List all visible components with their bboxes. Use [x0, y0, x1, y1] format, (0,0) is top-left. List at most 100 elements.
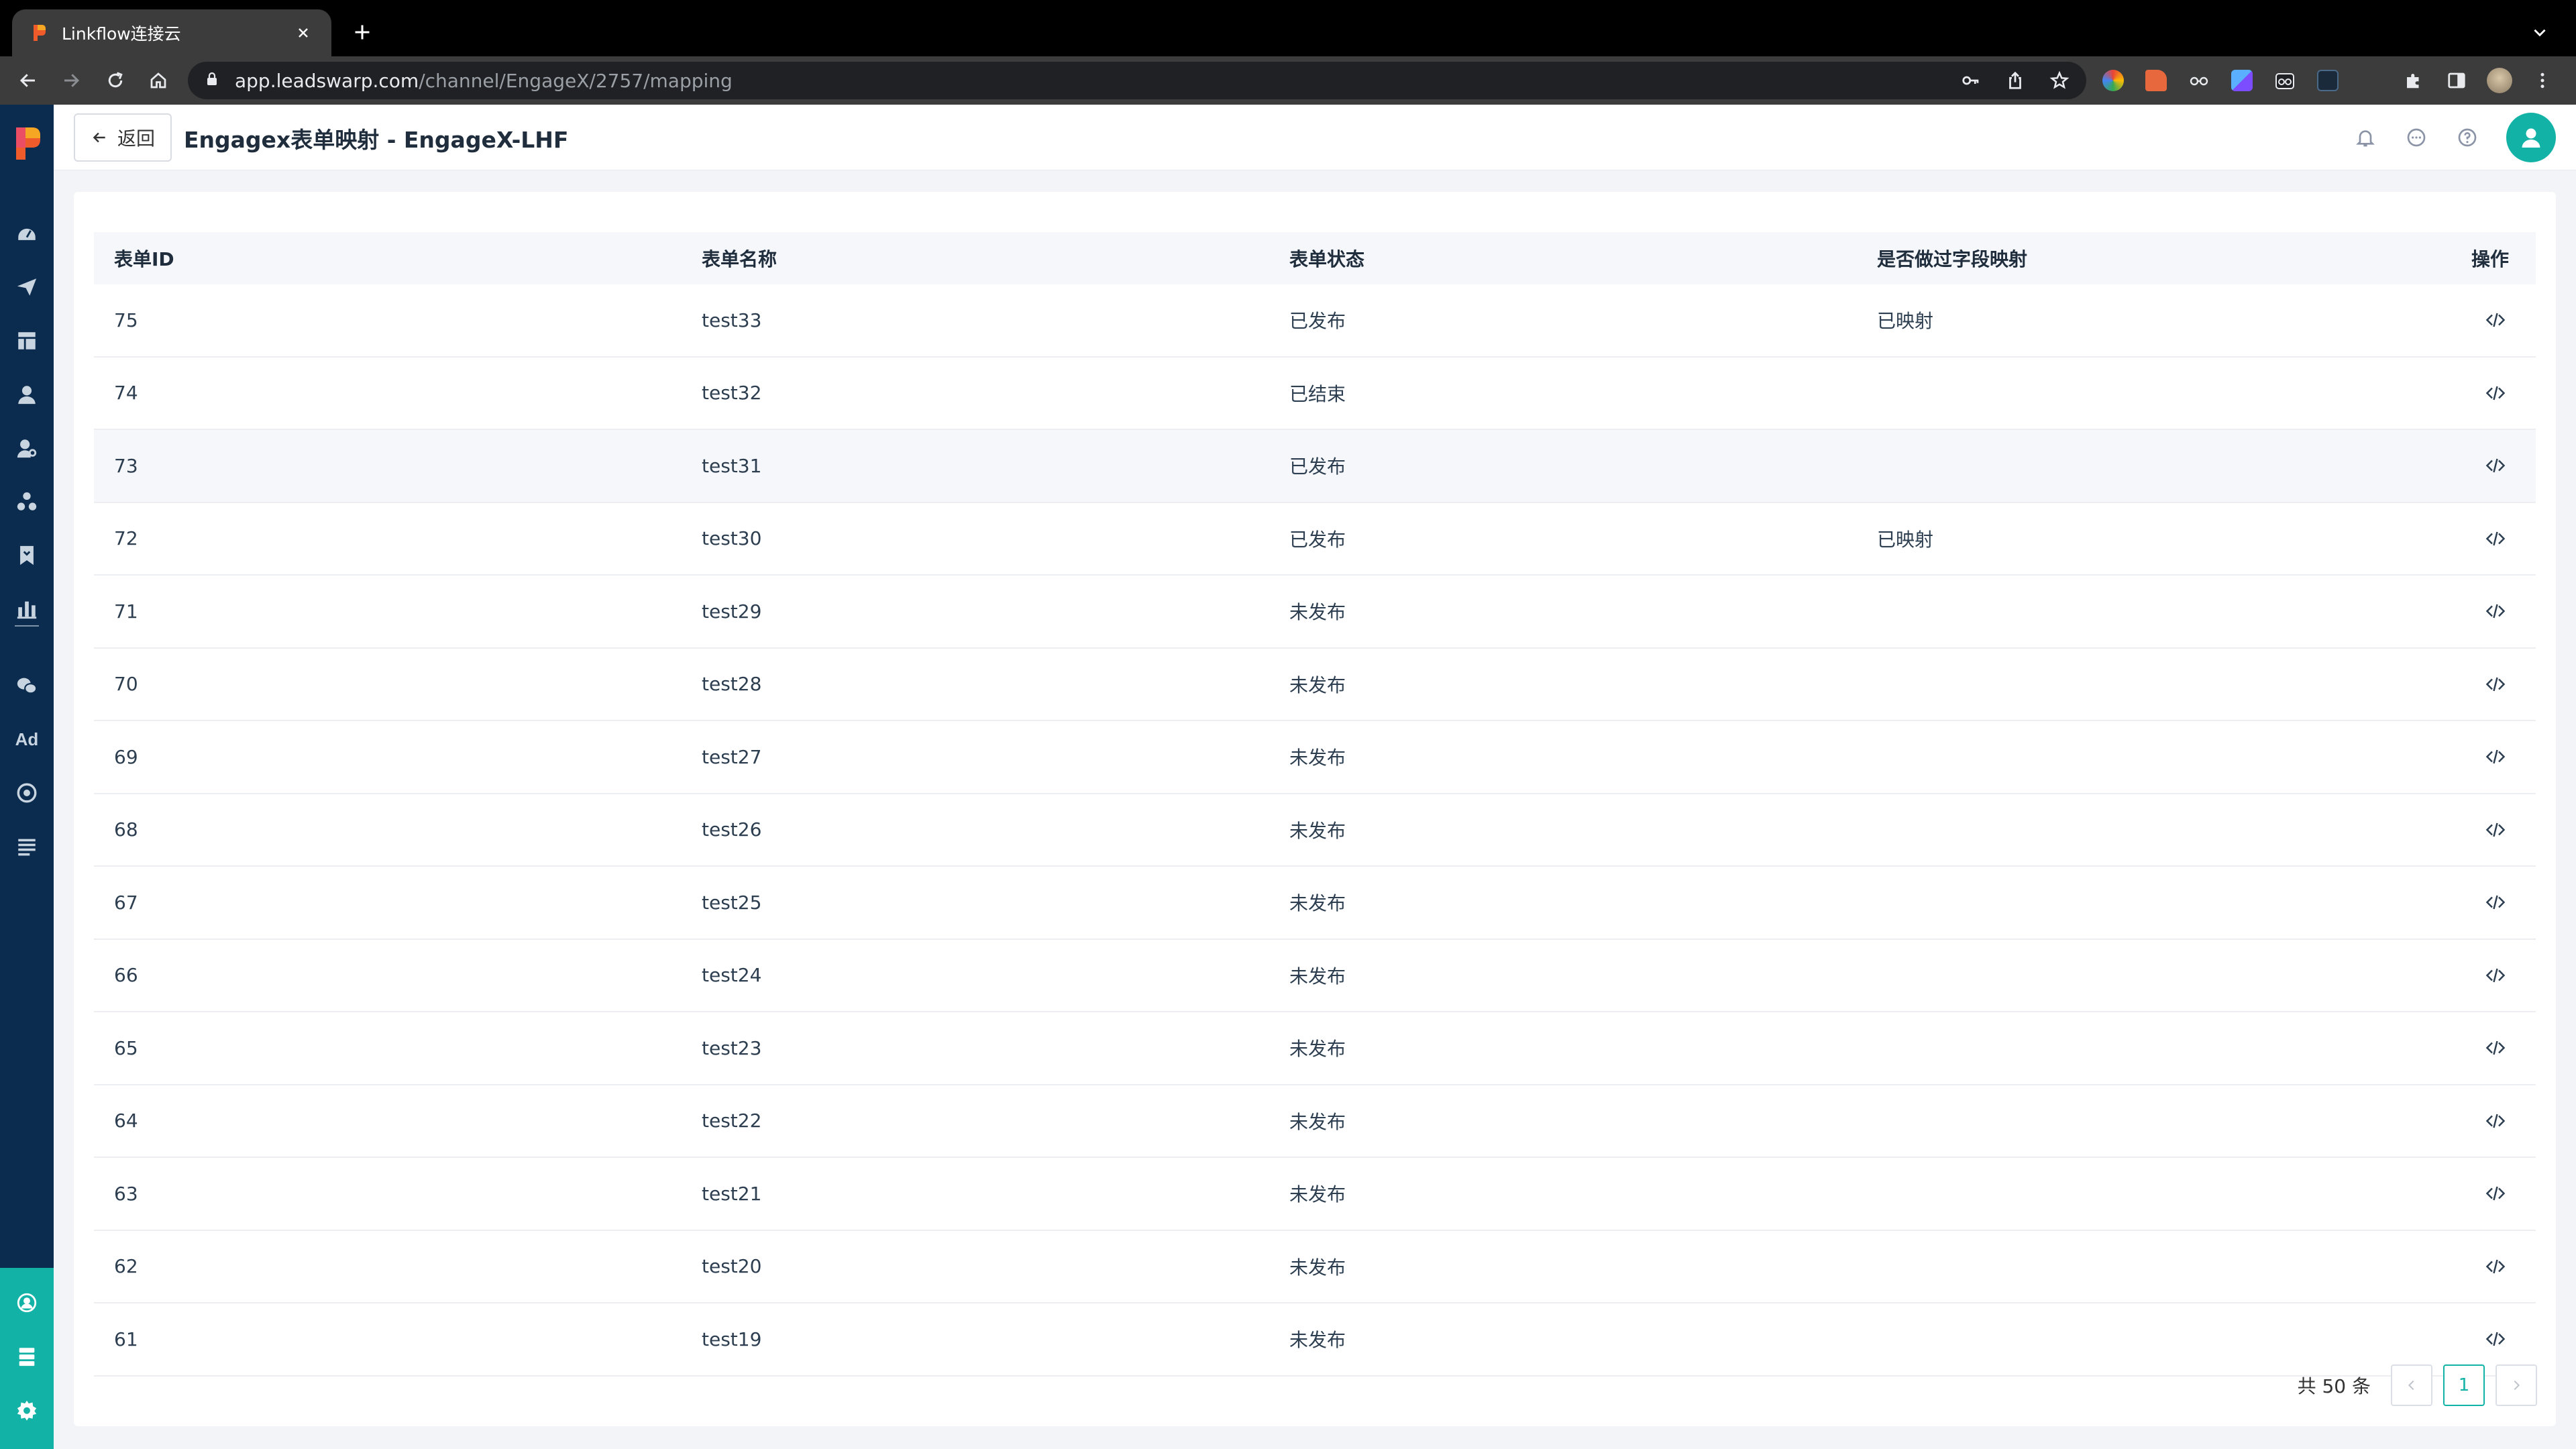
send-icon [17, 278, 37, 296]
share-icon[interactable] [2002, 67, 2029, 94]
bookmark-star-icon[interactable] [2046, 67, 2073, 94]
sidebar-item-account[interactable] [0, 1283, 54, 1323]
ad-label: Ad [15, 729, 39, 749]
sidebar-item-channel[interactable] [0, 773, 54, 813]
profile-avatar-icon[interactable] [2486, 66, 2513, 95]
code-mapping-icon[interactable] [2482, 671, 2509, 698]
field-mapped-cell: 已映射 [1877, 528, 1934, 551]
code-mapping-icon[interactable] [2482, 962, 2509, 989]
code-mapping-icon[interactable] [2482, 380, 2509, 407]
code-mapping-icon[interactable] [2482, 307, 2509, 333]
actions-cell [2482, 940, 2509, 1012]
form-id-cell: 61 [114, 1328, 138, 1350]
sidebar-item-campaign[interactable] [0, 267, 54, 307]
form-id-cell: 72 [114, 527, 138, 550]
pagination: 共 50 条 1 [2298, 1364, 2537, 1406]
sidebar-item-segments[interactable] [0, 482, 54, 522]
code-mapping-icon[interactable] [2482, 452, 2509, 479]
table-row: 66 test24 未发布 [94, 940, 2536, 1012]
code-mapping-icon[interactable] [2482, 1034, 2509, 1061]
code-mapping-icon[interactable] [2482, 743, 2509, 770]
back-button[interactable]: 返回 [74, 113, 172, 162]
url-text: app.leadswarp.com/channel/EngageX/2757/m… [235, 70, 733, 92]
form-status-cell: 未发布 [1289, 819, 1346, 842]
form-id-cell: 73 [114, 454, 138, 477]
code-mapping-icon[interactable] [2482, 1180, 2509, 1207]
code-mapping-icon[interactable] [2482, 816, 2509, 843]
help-icon[interactable] [2455, 125, 2479, 150]
home-icon[interactable] [144, 66, 173, 95]
page-number-button[interactable]: 1 [2443, 1364, 2485, 1406]
back-arrow-icon[interactable] [13, 66, 43, 95]
side-panel-icon[interactable] [2443, 66, 2470, 95]
puzzle-extensions-icon[interactable] [2400, 66, 2427, 95]
forward-arrow-icon[interactable] [56, 66, 86, 95]
form-name-cell: test20 [702, 1255, 762, 1278]
new-tab-icon[interactable] [349, 19, 376, 46]
linkflow-logo[interactable] [12, 125, 43, 162]
bell-icon[interactable] [2353, 125, 2377, 150]
form-id-cell: 62 [114, 1255, 138, 1278]
form-id-cell: 66 [114, 964, 138, 987]
chevron-down-icon[interactable] [2526, 19, 2553, 46]
table-row: 69 test27 未发布 [94, 721, 2536, 794]
form-status-cell: 未发布 [1289, 601, 1346, 624]
sidebar-item-dashboard[interactable] [0, 213, 54, 254]
table-row: 71 test29 未发布 [94, 576, 2536, 649]
extension-boot-icon[interactable] [2143, 66, 2169, 95]
reload-icon[interactable] [101, 66, 130, 95]
form-id-cell: 67 [114, 891, 138, 914]
next-page-button[interactable] [2496, 1364, 2537, 1406]
extension-colorwheel-icon[interactable] [2100, 66, 2127, 95]
code-mapping-icon[interactable] [2482, 889, 2509, 916]
user-circle-icon [17, 1293, 37, 1313]
code-mapping-icon[interactable] [2482, 1253, 2509, 1280]
table-row: 73 test31 已发布 [94, 430, 2536, 503]
linkflow-favicon-icon [28, 22, 50, 44]
actions-cell [2482, 1085, 2509, 1157]
message-icon[interactable] [2404, 125, 2428, 150]
form-status-cell: 已发布 [1289, 455, 1346, 478]
sidebar-item-ad[interactable]: Ad [0, 719, 54, 759]
sidebar-item-user-profile[interactable] [0, 428, 54, 468]
extension-window-icon[interactable] [2229, 66, 2255, 95]
table-row: 67 test25 未发布 [94, 867, 2536, 940]
form-status-cell: 未发布 [1289, 965, 1346, 987]
lock-icon [204, 71, 223, 90]
form-id-cell: 68 [114, 818, 138, 841]
sidebar-item-analytics[interactable] [0, 589, 54, 629]
sidebar-item-wechat[interactable] [0, 665, 54, 706]
user-avatar[interactable] [2506, 113, 2556, 162]
form-status-cell: 未发布 [1289, 892, 1346, 915]
sidebar-item-contacts[interactable] [0, 374, 54, 415]
extension-spy-icon[interactable] [2271, 66, 2298, 95]
code-mapping-icon[interactable] [2482, 525, 2509, 552]
code-mapping-icon[interactable] [2482, 598, 2509, 625]
form-id-cell: 74 [114, 382, 138, 405]
sidebar-item-logs[interactable] [0, 826, 54, 867]
page-title: Engagex表单映射 - EngageX-LHF [184, 127, 569, 153]
form-name-cell: test31 [702, 454, 762, 477]
browser-tab[interactable]: Linkflow连接云 [12, 9, 331, 56]
address-bar[interactable]: app.leadswarp.com/channel/EngageX/2757/m… [188, 62, 2086, 99]
sidebar-item-content[interactable] [0, 321, 54, 361]
database-icon [19, 1348, 35, 1366]
code-mapping-icon[interactable] [2482, 1108, 2509, 1134]
prev-page-button[interactable] [2391, 1364, 2432, 1406]
sidebar-item-data[interactable] [0, 1336, 54, 1377]
form-status-cell: 未发布 [1289, 1038, 1346, 1061]
user-search-icon [17, 439, 37, 458]
code-mapping-icon[interactable] [2482, 1326, 2509, 1352]
close-tab-icon[interactable] [291, 21, 315, 45]
more-vert-icon[interactable] [2529, 66, 2556, 95]
sidebar-item-settings[interactable] [0, 1390, 54, 1430]
form-name-cell: test19 [702, 1328, 762, 1350]
extension-glasses-icon[interactable] [2186, 66, 2212, 95]
sidebar-item-tags[interactable] [0, 535, 54, 576]
actions-cell [2482, 1012, 2509, 1084]
key-icon[interactable] [1957, 67, 1984, 94]
bar-chart-icon [17, 601, 37, 619]
extension-dark-icon[interactable] [2314, 66, 2341, 95]
form-name-cell: test23 [702, 1036, 762, 1059]
